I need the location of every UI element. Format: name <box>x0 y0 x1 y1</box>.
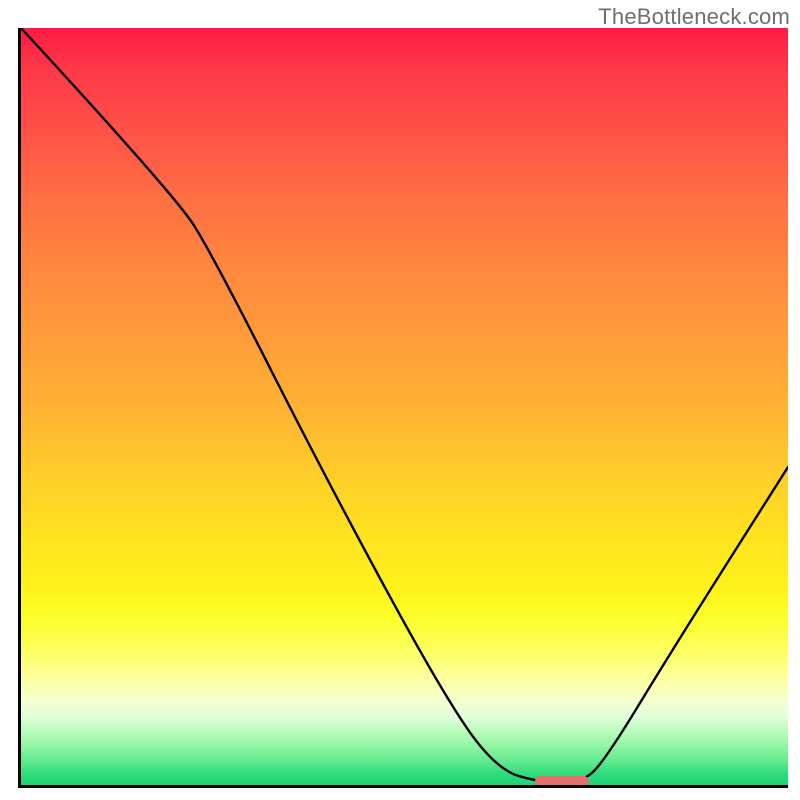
chart-container: TheBottleneck.com <box>0 0 800 800</box>
bottleneck-curve <box>21 28 788 783</box>
watermark-text: TheBottleneck.com <box>598 4 790 30</box>
optimal-range-marker <box>535 776 589 786</box>
plot-area <box>18 28 788 788</box>
curve-layer <box>21 28 788 785</box>
